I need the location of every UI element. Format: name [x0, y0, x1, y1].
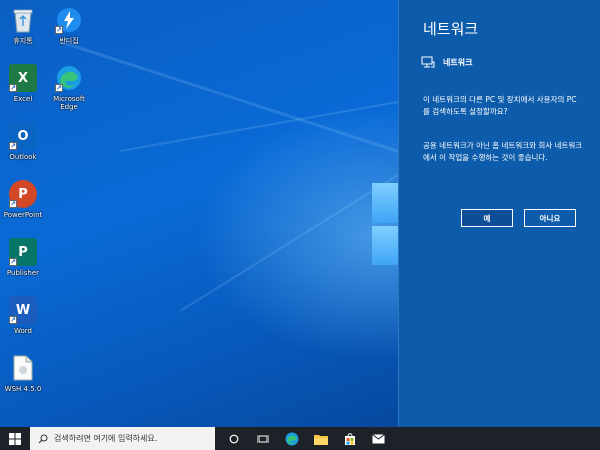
wallpaper-windows-logo — [372, 183, 398, 265]
cortana-icon — [229, 434, 238, 443]
discovery-advice: 공용 네트워크가 아닌 홈 네트워크와 회사 네트워크에서 이 작업을 수행하는… — [423, 141, 583, 162]
mail-icon — [372, 433, 385, 443]
file-explorer-icon — [313, 434, 328, 445]
taskbar-search-box[interactable]: 검색하려면 여기에 입력하세요. — [30, 427, 215, 450]
taskbar-edge[interactable] — [277, 427, 306, 450]
desktop-icon-label: 휴지통 — [13, 37, 33, 45]
desktop-icon-label: Microsoft Edge — [53, 95, 85, 111]
taskbar-store[interactable] — [335, 427, 364, 450]
network-item: 네트워크 — [421, 56, 472, 68]
network-name: 네트워크 — [443, 57, 473, 67]
desktop-icon-label: WSH 4.5.0 — [4, 385, 42, 393]
desktop-icon-outlook[interactable]: O ↗ Outlook — [0, 122, 46, 161]
edge-icon: ↗ — [55, 64, 83, 92]
desktop-icon-publisher[interactable]: P ↗ Publisher — [0, 238, 46, 277]
word-icon: W ↗ — [9, 296, 37, 324]
desktop-icon-label: Word — [14, 327, 32, 335]
publisher-icon: P ↗ — [9, 238, 37, 266]
bandizip-icon: ↗ — [55, 6, 83, 34]
desktop-icon-label: 반디집 — [59, 37, 79, 45]
desktop-icon-label: Publisher — [6, 269, 40, 277]
task-view-button[interactable] — [248, 427, 277, 450]
store-icon — [344, 432, 355, 445]
search-placeholder: 검색하려면 여기에 입력하세요. — [54, 434, 158, 443]
panel-title: 네트워크 — [423, 20, 479, 38]
desktop-icon-powerpoint[interactable]: P ↗ PowerPoint — [0, 180, 46, 219]
taskbar: 검색하려면 여기에 입력하세요. — [0, 427, 600, 450]
desktop-icon-bandizip[interactable]: ↗ 반디집 — [46, 6, 92, 45]
edge-icon — [285, 432, 298, 445]
cortana-button[interactable] — [219, 427, 248, 450]
network-icon — [421, 56, 435, 68]
desktop-icon-label: Outlook — [9, 153, 37, 161]
powerpoint-icon: P ↗ — [9, 180, 37, 208]
start-button[interactable] — [0, 427, 30, 450]
no-button[interactable]: 아니요 — [524, 209, 576, 227]
desktop-icon-word[interactable]: W ↗ Word — [0, 296, 46, 335]
desktop-icon-recycle-bin[interactable]: 휴지통 — [0, 6, 46, 45]
outlook-icon: O ↗ — [9, 122, 37, 150]
desktop-icon-wsh[interactable]: WSH 4.5.0 — [0, 354, 46, 393]
taskbar-file-explorer[interactable] — [306, 427, 335, 450]
desktop-icon-label: Excel — [13, 95, 33, 103]
windows-start-icon — [9, 432, 21, 445]
task-view-icon — [256, 434, 269, 443]
desktop-icon-excel[interactable]: X ↗ Excel — [0, 64, 46, 103]
recycle-bin-icon — [9, 6, 37, 34]
desktop-icon-label: PowerPoint — [3, 211, 43, 219]
network-discovery-panel: 네트워크 네트워크 이 네트워크의 다른 PC 및 장치에서 사용자의 PC를 … — [398, 0, 600, 427]
excel-icon: X ↗ — [9, 64, 37, 92]
discovery-question: 이 네트워크의 다른 PC 및 장치에서 사용자의 PC를 검색하도록 설정할까… — [423, 95, 577, 116]
yes-button[interactable]: 예 — [461, 209, 513, 227]
search-icon — [38, 434, 48, 443]
desktop-icon-edge[interactable]: ↗ Microsoft Edge — [46, 64, 92, 111]
taskbar-mail[interactable] — [364, 427, 393, 450]
file-icon — [9, 354, 37, 382]
